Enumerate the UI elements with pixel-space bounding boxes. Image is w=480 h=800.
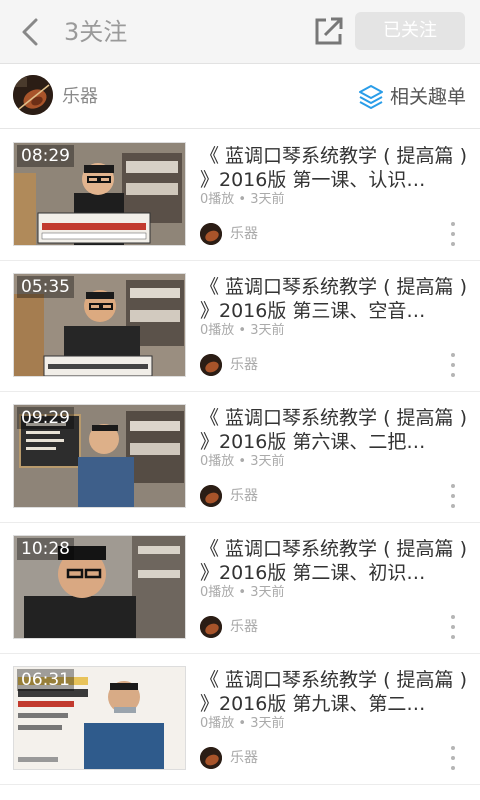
- video-title[interactable]: 《 蓝调口琴系统教学 ( 提高篇 ) 》2016版 第九课、第二…: [200, 668, 472, 716]
- video-title[interactable]: 《 蓝调口琴系统教学 ( 提高篇 ) 》2016版 第一课、认识…: [200, 144, 472, 192]
- video-title[interactable]: 《 蓝调口琴系统教学 ( 提高篇 ) 》2016版 第三课、空音…: [200, 275, 472, 323]
- back-button[interactable]: [14, 14, 50, 50]
- video-meta: 0播放 • 3天前: [200, 716, 285, 731]
- video-meta: 0播放 • 3天前: [200, 585, 285, 600]
- uploader-name[interactable]: 乐器: [230, 749, 258, 767]
- uploader-avatar[interactable]: [200, 616, 222, 638]
- uploader-avatar[interactable]: [200, 747, 222, 769]
- video-duration: 05:35: [17, 276, 74, 298]
- video-list-item[interactable]: 06:31 《 蓝调口琴系统教学 ( 提高篇 ) 》2016版 第九课、第二… …: [0, 654, 480, 785]
- video-meta: 0播放 • 3天前: [200, 192, 285, 207]
- uploader-name[interactable]: 乐器: [230, 618, 258, 636]
- more-options-button[interactable]: [444, 613, 462, 641]
- video-list: 08:29 《 蓝调口琴系统教学 ( 提高篇 ) 》2016版 第一课、认识… …: [0, 130, 480, 785]
- video-list-item[interactable]: 05:35 《 蓝调口琴系统教学 ( 提高篇 ) 》2016版 第三课、空音… …: [0, 261, 480, 392]
- video-thumbnail[interactable]: 06:31: [13, 666, 186, 770]
- video-duration: 08:29: [17, 145, 74, 167]
- video-duration: 06:31: [17, 669, 74, 691]
- follow-button[interactable]: 已关注: [355, 12, 465, 50]
- chevron-left-icon: [22, 18, 38, 46]
- more-options-button[interactable]: [444, 220, 462, 248]
- video-thumbnail[interactable]: 08:29: [13, 142, 186, 246]
- video-title[interactable]: 《 蓝调口琴系统教学 ( 提高篇 ) 》2016版 第二课、初识…: [200, 537, 472, 585]
- top-bar: 3关注 已关注: [0, 0, 480, 64]
- related-lists-label: 相关趣单: [390, 86, 467, 108]
- uploader-avatar[interactable]: [200, 485, 222, 507]
- video-thumbnail[interactable]: 09:29: [13, 404, 186, 508]
- more-options-button[interactable]: [444, 351, 462, 379]
- video-title[interactable]: 《 蓝调口琴系统教学 ( 提高篇 ) 》2016版 第六课、二把…: [200, 406, 472, 454]
- more-options-button[interactable]: [444, 482, 462, 510]
- video-thumbnail[interactable]: 10:28: [13, 535, 186, 639]
- page-title: 3关注: [64, 18, 128, 46]
- uploader-name[interactable]: 乐器: [230, 487, 258, 505]
- video-list-item[interactable]: 10:28 《 蓝调口琴系统教学 ( 提高篇 ) 》2016版 第二课、初识… …: [0, 523, 480, 654]
- video-thumbnail[interactable]: 05:35: [13, 273, 186, 377]
- more-options-button[interactable]: [444, 744, 462, 772]
- video-meta: 0播放 • 3天前: [200, 454, 285, 469]
- video-list-item[interactable]: 08:29 《 蓝调口琴系统教学 ( 提高篇 ) 》2016版 第一课、认识… …: [0, 130, 480, 261]
- video-meta: 0播放 • 3天前: [200, 323, 285, 338]
- related-lists-button[interactable]: 相关趣单: [358, 83, 466, 111]
- video-duration: 10:28: [17, 538, 74, 560]
- uploader-name[interactable]: 乐器: [230, 225, 258, 243]
- layers-icon: [359, 85, 383, 109]
- share-button[interactable]: [312, 14, 346, 48]
- video-duration: 09:29: [17, 407, 74, 429]
- share-out-icon: [315, 17, 343, 45]
- channel-avatar[interactable]: [13, 75, 53, 115]
- uploader-avatar[interactable]: [200, 223, 222, 245]
- channel-row[interactable]: 乐器 相关趣单: [0, 65, 480, 129]
- uploader-avatar[interactable]: [200, 354, 222, 376]
- video-list-item[interactable]: 09:29 《 蓝调口琴系统教学 ( 提高篇 ) 》2016版 第六课、二把… …: [0, 392, 480, 523]
- uploader-name[interactable]: 乐器: [230, 356, 258, 374]
- channel-name: 乐器: [62, 86, 98, 107]
